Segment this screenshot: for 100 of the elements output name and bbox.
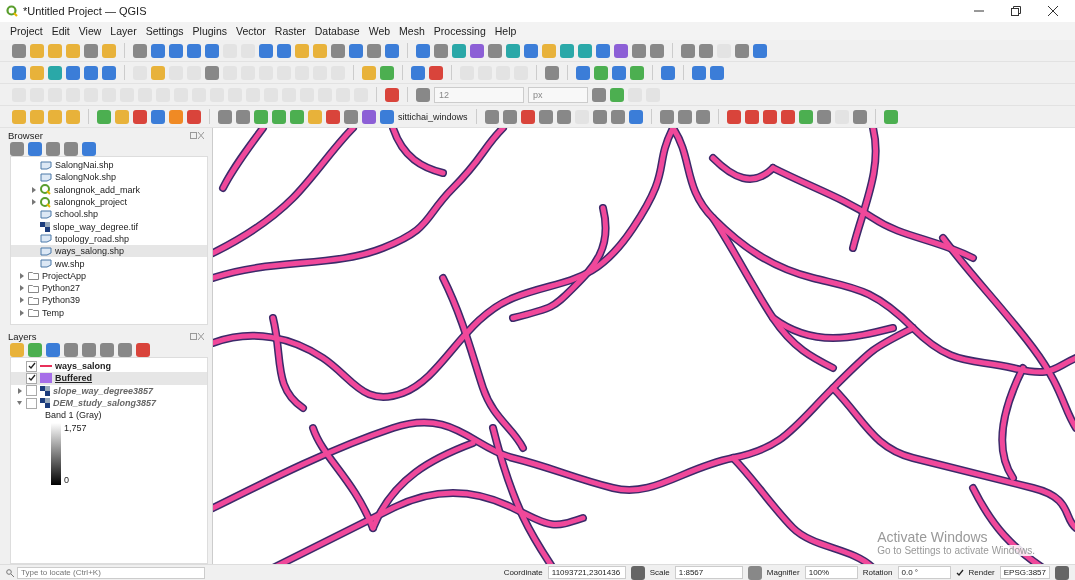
tool-icon[interactable] xyxy=(187,43,201,58)
tool-icon[interactable] xyxy=(205,43,219,58)
tool-icon[interactable] xyxy=(48,109,62,124)
tool-icon[interactable] xyxy=(762,109,777,124)
tool-icon[interactable] xyxy=(632,43,646,58)
float-close-icon[interactable] xyxy=(190,332,204,340)
tool-icon[interactable] xyxy=(331,43,345,58)
menu-item[interactable]: Database xyxy=(314,25,360,37)
tool-icon[interactable] xyxy=(592,109,607,124)
tool-icon[interactable] xyxy=(30,43,44,58)
tool-icon[interactable] xyxy=(100,343,114,357)
tool-icon[interactable] xyxy=(30,109,44,124)
menu-item[interactable]: Layer xyxy=(110,25,137,37)
tool-icon[interactable] xyxy=(411,65,425,80)
browser-item[interactable]: Temp xyxy=(11,306,207,319)
tool-icon[interactable] xyxy=(277,43,291,58)
tool-icon[interactable] xyxy=(614,43,628,58)
tool-icon[interactable] xyxy=(594,65,608,80)
tool-icon[interactable] xyxy=(64,142,78,156)
tool-icon[interactable] xyxy=(48,43,62,58)
tool-icon[interactable] xyxy=(735,43,749,58)
tool-icon[interactable] xyxy=(816,109,831,124)
tool-icon[interactable] xyxy=(12,65,26,80)
tool-icon[interactable] xyxy=(592,87,606,102)
tool-icon[interactable] xyxy=(367,43,381,58)
expand-arrow-icon[interactable] xyxy=(19,297,25,304)
tool-icon[interactable] xyxy=(545,65,559,80)
layer-checkbox[interactable] xyxy=(26,360,37,372)
menu-item[interactable]: Plugins xyxy=(192,25,228,37)
tool-icon[interactable] xyxy=(524,43,538,58)
layer-row[interactable]: slope_way_degree3857 xyxy=(11,384,207,397)
layer-row[interactable]: ways_salong xyxy=(11,360,207,373)
tool-icon[interactable] xyxy=(484,109,499,124)
menu-item[interactable]: Processing xyxy=(433,25,486,37)
expand-arrow-icon[interactable] xyxy=(17,387,23,394)
browser-item[interactable]: slope_way_degree.tif xyxy=(11,220,207,233)
tolerance-field[interactable]: 12 xyxy=(434,86,524,103)
tool-icon[interactable] xyxy=(102,43,116,58)
browser-item[interactable]: SalongNok.shp xyxy=(11,171,207,184)
tool-icon[interactable] xyxy=(380,65,394,80)
expand-arrow-icon[interactable] xyxy=(19,272,25,279)
tool-icon[interactable] xyxy=(362,109,376,124)
tool-icon[interactable] xyxy=(295,43,309,58)
tool-icon[interactable] xyxy=(596,43,610,58)
render-checkbox[interactable] xyxy=(955,568,964,577)
tool-icon[interactable] xyxy=(576,65,590,80)
menu-item[interactable]: Project xyxy=(10,25,43,37)
browser-item[interactable]: ww.shp xyxy=(11,257,207,270)
scale-field[interactable]: 1:8567 xyxy=(674,566,743,579)
tool-icon[interactable] xyxy=(66,65,80,80)
tool-icon[interactable] xyxy=(12,43,26,58)
menu-item[interactable]: Web xyxy=(368,25,391,37)
tool-icon[interactable] xyxy=(46,343,60,357)
menu-item[interactable]: Raster xyxy=(274,25,306,37)
tool-icon[interactable] xyxy=(610,109,625,124)
tool-icon[interactable] xyxy=(506,43,520,58)
tool-icon[interactable] xyxy=(151,43,165,58)
tool-icon[interactable] xyxy=(578,43,592,58)
menu-item[interactable]: View xyxy=(78,25,102,37)
browser-item[interactable]: Python27 xyxy=(11,281,207,295)
tool-icon[interactable] xyxy=(218,109,232,124)
menu-item[interactable]: Mesh xyxy=(399,25,425,37)
tool-icon[interactable] xyxy=(66,43,80,58)
tool-icon[interactable] xyxy=(290,109,304,124)
tool-icon[interactable] xyxy=(695,109,710,124)
tool-icon[interactable] xyxy=(798,109,813,124)
tool-icon[interactable] xyxy=(452,43,466,58)
tool-icon[interactable] xyxy=(313,43,327,58)
tool-icon[interactable] xyxy=(326,109,340,124)
tool-icon[interactable] xyxy=(726,109,741,124)
browser-item[interactable]: ProjectApp xyxy=(11,269,207,282)
tool-icon[interactable] xyxy=(434,43,448,58)
tool-icon[interactable] xyxy=(416,87,430,102)
tool-icon[interactable] xyxy=(710,65,724,80)
tool-icon[interactable] xyxy=(488,43,502,58)
tool-icon[interactable] xyxy=(612,65,626,80)
tool-icon[interactable] xyxy=(115,109,129,124)
tool-icon[interactable] xyxy=(538,109,553,124)
tool-icon[interactable] xyxy=(520,109,535,124)
menu-item[interactable]: Vector xyxy=(236,25,266,37)
tool-icon[interactable] xyxy=(66,109,80,124)
tool-icon[interactable] xyxy=(429,65,443,80)
tool-icon[interactable] xyxy=(133,109,147,124)
tool-icon[interactable] xyxy=(254,109,268,124)
tool-icon[interactable] xyxy=(560,43,574,58)
tool-icon[interactable] xyxy=(659,109,674,124)
tool-icon[interactable] xyxy=(82,142,96,156)
tool-icon[interactable] xyxy=(610,87,624,102)
tool-icon[interactable] xyxy=(10,142,24,156)
rotation-field[interactable]: 0.0 ° xyxy=(897,566,951,579)
locate-field[interactable]: Type to locate (Ctrl+K) xyxy=(17,566,205,579)
tool-icon[interactable] xyxy=(556,109,571,124)
tool-icon[interactable] xyxy=(542,43,556,58)
expand-arrow-icon[interactable] xyxy=(19,309,25,316)
tool-icon[interactable] xyxy=(97,109,111,124)
coordinate-field[interactable]: 11093721,2301436 xyxy=(547,566,626,579)
restore-icon[interactable] xyxy=(1011,6,1021,16)
tool-icon[interactable] xyxy=(661,65,675,80)
tool-icon[interactable] xyxy=(151,109,165,124)
tool-icon[interactable] xyxy=(650,43,664,58)
